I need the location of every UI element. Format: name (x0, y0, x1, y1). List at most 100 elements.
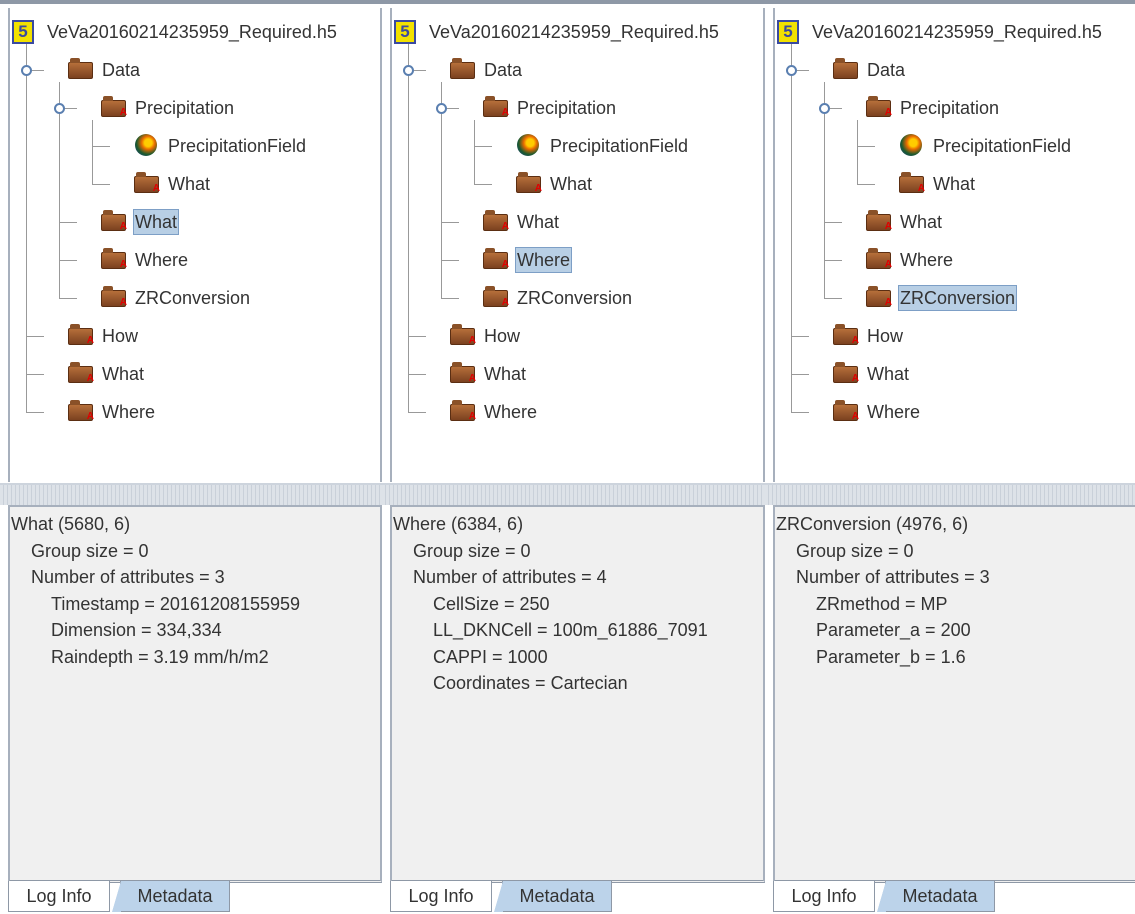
tree-node-where[interactable]: A Where (449, 400, 539, 424)
tree-node-precipitation[interactable]: A Precipitation (865, 96, 1001, 120)
tree-connector-line (408, 412, 426, 413)
tree-node-data-what[interactable]: A What (482, 210, 561, 234)
attribute-line: Raindepth = 3.19 mm/h/m2 (51, 646, 269, 667)
tree-node-zrconversion[interactable]: A ZRConversion (100, 286, 252, 310)
tree-node-what[interactable]: A What (832, 362, 911, 386)
tab-metadata[interactable]: Metadata (112, 881, 230, 912)
tree-node-precip-what[interactable]: A What (898, 172, 977, 196)
tree-node-what[interactable]: A What (67, 362, 146, 386)
tree-node-data[interactable]: Data (832, 58, 907, 82)
attribute-line: LL_DKNCell = 100m_61886_7091 (433, 620, 708, 640)
tree-node-data-what[interactable]: A What (100, 209, 180, 235)
tree-node-data-where[interactable]: A Where (482, 247, 573, 273)
tree-node-zrconversion[interactable]: A ZRConversion (482, 286, 634, 310)
expand-handle-icon[interactable] (819, 103, 830, 114)
group-folder-icon (67, 58, 94, 82)
tree-node-label: Data (484, 60, 523, 80)
tree-node-where[interactable]: A Where (67, 400, 157, 424)
tree-node-label: VeVa20160214235959_Required.h5 (429, 22, 719, 42)
tab-metadata[interactable]: Metadata (877, 881, 995, 912)
attribute-line: Timestamp = 20161208155959 (51, 593, 301, 614)
tree-node-precipitation-field[interactable]: PrecipitationField (133, 134, 308, 158)
tab-log-info[interactable]: Log Info (8, 881, 110, 912)
tree-view: 5 VeVa20160214235959_Required.h5 Data A Prec… (8, 8, 382, 482)
tree-node-title[interactable]: 5 VeVa20160214235959_Required.h5 (394, 20, 721, 44)
tree-node-label: Data (102, 60, 141, 80)
tree-connector-line (474, 146, 492, 147)
tree-node-data[interactable]: Data (67, 58, 142, 82)
split-pane-divider[interactable] (0, 483, 382, 505)
group-folder-icon: A (482, 210, 509, 234)
bottom-tab-bar: Log Info Metadata (390, 881, 765, 914)
attribute-line: Parameter_b = 1.6 (816, 646, 966, 667)
metadata-info-panel: Where (6384, 6) Group size = 0 Number of a… (390, 505, 765, 883)
tree-connector-line (791, 412, 809, 413)
tree-connector-line (474, 120, 475, 184)
split-pane-divider[interactable] (382, 483, 765, 505)
expand-handle-icon[interactable] (21, 65, 32, 76)
split-pane-divider[interactable] (765, 483, 1135, 505)
tree-view: 5 VeVa20160214235959_Required.h5 Data A Prec… (773, 8, 1135, 482)
tree-connector-line (59, 222, 77, 223)
tree-node-how[interactable]: A How (449, 324, 522, 348)
tree-node-precipitation[interactable]: A Precipitation (482, 96, 618, 120)
tree-node-label: ZRConversion (898, 285, 1018, 311)
group-folder-icon: A (100, 248, 127, 272)
tree-node-precip-what[interactable]: A What (133, 172, 212, 196)
group-folder-icon: A (832, 324, 859, 348)
tree-node-label: PrecipitationField (168, 136, 307, 156)
tree-connector-line (791, 44, 792, 412)
tree-node-precip-what[interactable]: A What (515, 172, 594, 196)
expand-handle-icon[interactable] (403, 65, 414, 76)
tree-node-title[interactable]: 5 VeVa20160214235959_Required.h5 (777, 20, 1104, 44)
tree-connector-line (26, 336, 44, 337)
tree-node-title[interactable]: 5 VeVa20160214235959_Required.h5 (12, 20, 339, 44)
group-folder-icon (449, 58, 476, 82)
tree-connector-line (824, 298, 842, 299)
tab-log-info[interactable]: Log Info (773, 881, 875, 912)
group-folder-icon: A (865, 210, 892, 234)
tab-metadata[interactable]: Metadata (494, 881, 612, 912)
expand-handle-icon[interactable] (54, 103, 65, 114)
tree-node-data[interactable]: Data (449, 58, 524, 82)
tree-node-label: What (168, 174, 211, 194)
group-folder-icon: A (482, 286, 509, 310)
tree-node-precipitation-field[interactable]: PrecipitationField (515, 134, 690, 158)
tree-node-where[interactable]: A Where (832, 400, 922, 424)
tree-node-how[interactable]: A How (832, 324, 905, 348)
tree-connector-line (92, 184, 110, 185)
tree-node-precipitation-field[interactable]: PrecipitationField (898, 134, 1073, 158)
tree-connector-line (26, 412, 44, 413)
tree-node-data-where[interactable]: A Where (100, 248, 190, 272)
tree-node-how[interactable]: A How (67, 324, 140, 348)
group-folder-icon: A (100, 286, 127, 310)
tree-node-label: What (900, 212, 943, 232)
tree-node-data-what[interactable]: A What (865, 210, 944, 234)
group-folder-icon (832, 58, 859, 82)
tree-node-label: Where (515, 247, 573, 273)
tree-node-label: Where (867, 402, 921, 422)
tree-node-what[interactable]: A What (449, 362, 528, 386)
tree-node-label: Data (867, 60, 906, 80)
hdf-view-panel-1: 5 VeVa20160214235959_Required.h5 Data A Prec… (0, 0, 382, 914)
group-folder-icon: A (482, 96, 509, 120)
tree-node-zrconversion[interactable]: A ZRConversion (865, 285, 1018, 311)
tree-node-label: What (550, 174, 593, 194)
tree-connector-line (824, 82, 825, 298)
group-folder-icon: A (898, 172, 925, 196)
expand-handle-icon[interactable] (786, 65, 797, 76)
expand-handle-icon[interactable] (436, 103, 447, 114)
metadata-info-panel: What (5680, 6) Group size = 0 Number of at… (8, 505, 382, 883)
tree-node-label: What (133, 209, 180, 235)
group-folder-icon: A (133, 172, 160, 196)
tree-connector-line (92, 146, 110, 147)
tree-node-label: Where (135, 250, 189, 270)
tree-node-label: VeVa20160214235959_Required.h5 (47, 22, 337, 42)
tree-node-precipitation[interactable]: A Precipitation (100, 96, 236, 120)
hdf5-file-icon: 5 (394, 20, 421, 44)
tree-connector-line (408, 44, 409, 412)
tree-node-data-where[interactable]: A Where (865, 248, 955, 272)
group-size-text: Group size = 0 (31, 540, 149, 561)
tab-log-info[interactable]: Log Info (390, 881, 492, 912)
group-folder-icon: A (67, 324, 94, 348)
